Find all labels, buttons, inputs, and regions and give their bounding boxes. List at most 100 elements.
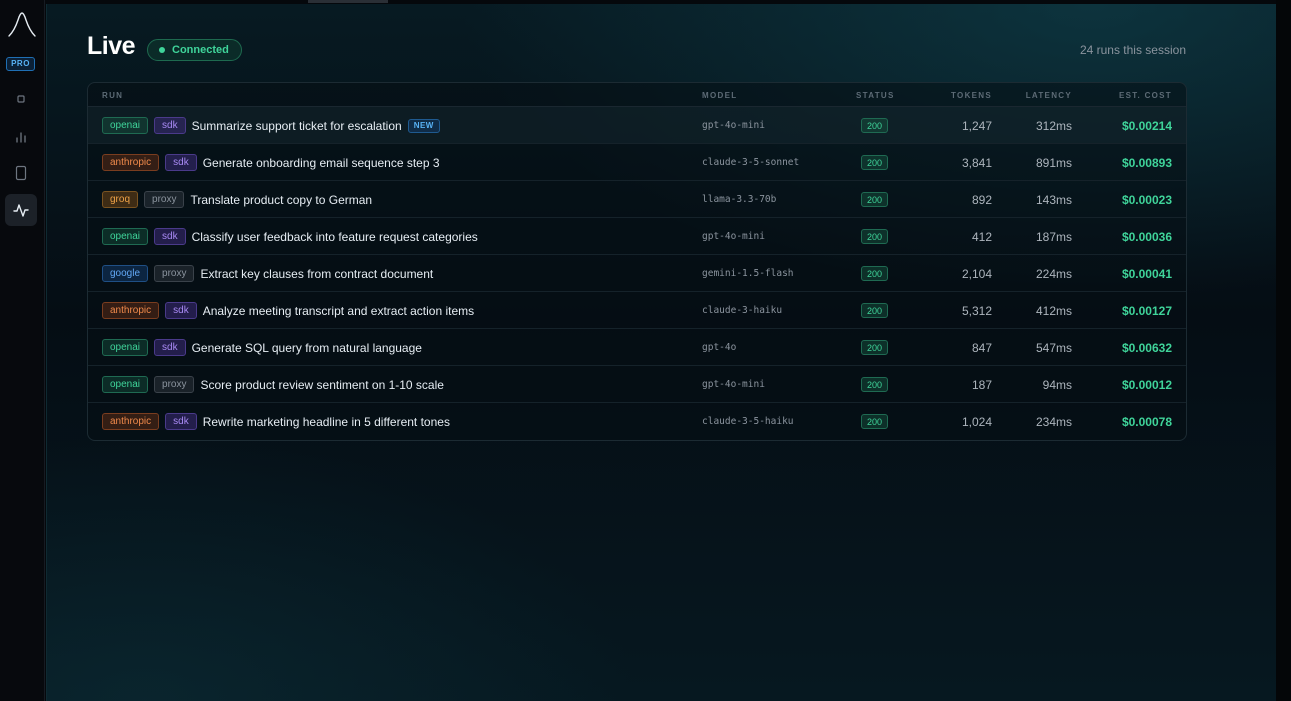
table-body: openai sdk Summarize support ticket for es… (88, 107, 1186, 440)
run-title: Extract key clauses from contract docume… (200, 266, 434, 281)
column-header-model: MODEL (702, 91, 738, 100)
runs-table: RUN MODEL STATUS TOKENS LATENCY EST. COS… (87, 82, 1187, 441)
latency-cell: 547ms (1035, 340, 1072, 355)
status-cell: 200 (861, 107, 889, 144)
source-tag: sdk (154, 117, 186, 134)
table-row[interactable]: anthropic sdk Rewrite marketing headline i… (88, 403, 1186, 440)
model-cell: gpt-4o-mini (702, 120, 765, 131)
model-cell: llama-3.3-70b (702, 194, 777, 205)
cost-cell: $0.00078 (1121, 414, 1172, 429)
provider-tag: anthropic (102, 154, 160, 171)
status-cell: 200 (861, 329, 889, 366)
provider-tag: anthropic (102, 413, 160, 430)
tokens-cell: 412 (971, 229, 992, 244)
cost-cell: $0.00893 (1121, 155, 1172, 170)
page-title: Live (87, 32, 136, 60)
device-icon (15, 165, 27, 181)
nav-item-overview[interactable] (5, 83, 37, 115)
activity-icon (13, 204, 29, 217)
run-cell: openai proxy Score product review sentimen… (102, 366, 444, 403)
table-row[interactable]: openai proxy Score product review sentimen… (88, 366, 1186, 403)
window-drag-handle (308, 0, 388, 3)
model-cell: claude-3-haiku (702, 305, 783, 316)
status-cell: 200 (861, 181, 889, 218)
nav-item-live[interactable] (5, 194, 37, 226)
run-cell: google proxy Extract key clauses from cont… (102, 255, 433, 292)
table-row[interactable]: openai sdk Summarize support ticket for es… (88, 107, 1186, 144)
latency-cell: 234ms (1035, 414, 1072, 429)
provider-tag: anthropic (102, 302, 160, 319)
pro-badge: PRO (6, 57, 35, 71)
status-code-badge: 200 (861, 377, 889, 392)
cost-cell: $0.00127 (1121, 303, 1172, 318)
table-row[interactable]: anthropic sdk Analyze meeting transcript a… (88, 292, 1186, 329)
table-row[interactable]: openai sdk Classify user feedback into fea… (88, 218, 1186, 255)
table-row[interactable]: google proxy Extract key clauses from cont… (88, 255, 1186, 292)
status-cell: 200 (861, 218, 889, 255)
run-title: Generate SQL query from natural language (191, 340, 422, 355)
run-title: Summarize support ticket for escalation (191, 118, 402, 133)
cost-cell: $0.00041 (1121, 266, 1172, 281)
cost-cell: $0.00214 (1121, 118, 1172, 133)
tokens-cell: 847 (971, 340, 992, 355)
table-row[interactable]: anthropic sdk Generate onboarding email se… (88, 144, 1186, 181)
column-header-cost: EST. COST (1118, 91, 1172, 100)
connection-status-label: Connected (172, 44, 229, 56)
cost-cell: $0.00632 (1121, 340, 1172, 355)
status-cell: 200 (861, 366, 889, 403)
run-cell: anthropic sdk Generate onboarding email se… (102, 144, 440, 181)
nav-item-analytics[interactable] (5, 121, 37, 153)
source-tag: sdk (165, 154, 197, 171)
source-tag: sdk (154, 228, 186, 245)
model-cell: gpt-4o-mini (702, 379, 765, 390)
column-header-run: RUN (102, 91, 124, 100)
source-tag: sdk (165, 413, 197, 430)
tokens-cell: 5,312 (961, 303, 992, 318)
sidebar: PRO (0, 0, 45, 701)
table-row[interactable]: openai sdk Generate SQL query from natural… (88, 329, 1186, 366)
provider-tag: openai (102, 376, 149, 393)
run-title: Score product review sentiment on 1-10 s… (200, 377, 444, 392)
run-cell: openai sdk Classify user feedback into fea… (102, 218, 478, 255)
status-code-badge: 200 (861, 303, 889, 318)
connection-status-badge: Connected (147, 39, 242, 61)
latency-cell: 224ms (1035, 266, 1072, 281)
status-code-badge: 200 (861, 229, 889, 244)
nav-item-devices[interactable] (5, 157, 37, 189)
model-cell: claude-3-5-sonnet (702, 157, 800, 168)
run-cell: anthropic sdk Rewrite marketing headline i… (102, 403, 450, 440)
status-cell: 200 (861, 403, 889, 440)
provider-tag: openai (102, 339, 149, 356)
cost-cell: $0.00036 (1121, 229, 1172, 244)
source-tag: sdk (154, 339, 186, 356)
tokens-cell: 2,104 (961, 266, 992, 281)
run-title: Generate onboarding email sequence step … (202, 155, 440, 170)
new-badge: NEW (407, 118, 440, 133)
sparkline-logo-icon[interactable] (7, 10, 37, 40)
source-tag: proxy (154, 265, 195, 282)
latency-cell: 187ms (1035, 229, 1072, 244)
table-header: RUN MODEL STATUS TOKENS LATENCY EST. COS… (88, 83, 1186, 107)
latency-cell: 94ms (1042, 377, 1072, 392)
status-cell: 200 (861, 144, 889, 181)
model-cell: gpt-4o (702, 342, 737, 353)
source-tag: sdk (165, 302, 197, 319)
run-cell: anthropic sdk Analyze meeting transcript a… (102, 292, 474, 329)
latency-cell: 143ms (1035, 192, 1072, 207)
status-cell: 200 (861, 255, 889, 292)
status-code-badge: 200 (861, 155, 889, 170)
main-panel: Live Connected 24 runs this session RUN … (46, 4, 1276, 701)
column-header-latency: LATENCY (1025, 91, 1072, 100)
tokens-cell: 892 (971, 192, 992, 207)
model-cell: gpt-4o-mini (702, 231, 765, 242)
status-cell: 200 (861, 292, 889, 329)
session-run-count: 24 runs this session (1079, 43, 1186, 57)
provider-tag: groq (102, 191, 139, 208)
square-icon (17, 95, 25, 103)
provider-tag: openai (102, 117, 149, 134)
provider-tag: google (102, 265, 149, 282)
table-row[interactable]: groq proxy Translate product copy to Germa… (88, 181, 1186, 218)
column-header-tokens: TOKENS (951, 91, 992, 100)
status-dot-icon (159, 47, 165, 53)
latency-cell: 312ms (1035, 118, 1072, 133)
